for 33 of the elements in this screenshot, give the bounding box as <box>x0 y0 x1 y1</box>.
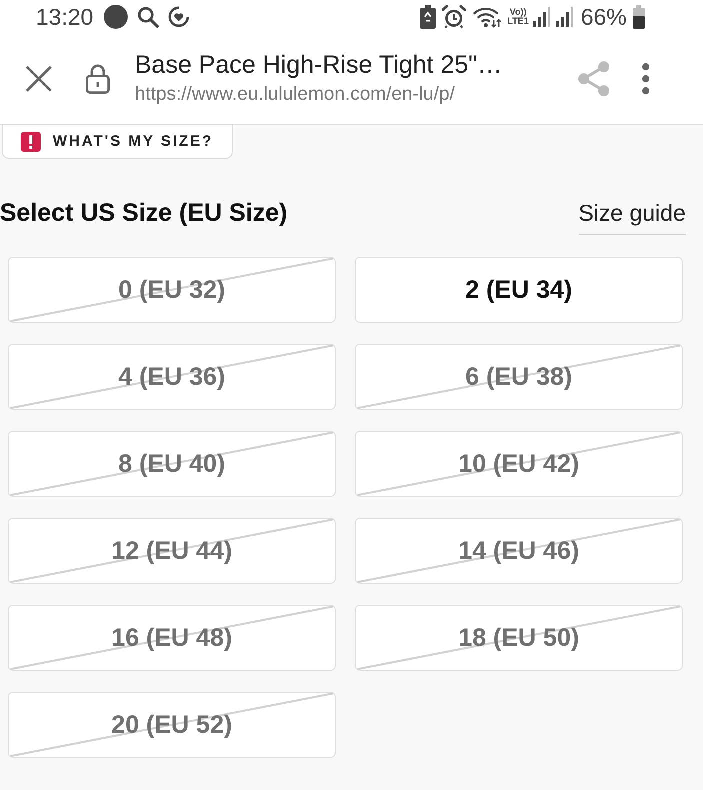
alarm-icon <box>442 5 466 29</box>
more-icon[interactable] <box>642 63 650 95</box>
page-url: https://www.eu.lululemon.com/en-lu/p/ <box>135 84 456 106</box>
size-option[interactable]: 4 (EU 36) <box>8 344 336 410</box>
battery-icon <box>633 5 645 29</box>
size-heading: Select US Size (EU Size) <box>0 198 288 229</box>
size-option[interactable]: 18 (EU 50) <box>355 605 683 671</box>
wifi-icon <box>472 6 502 28</box>
size-option[interactable]: 14 (EU 46) <box>355 518 683 584</box>
size-option[interactable]: 16 (EU 48) <box>8 605 336 671</box>
status-time: 13:20 <box>36 4 94 30</box>
size-option[interactable]: 10 (EU 42) <box>355 431 683 497</box>
size-guide-link[interactable]: Size guide <box>578 197 686 235</box>
circle-icon <box>104 5 128 29</box>
network-label: LTE1 <box>508 17 529 26</box>
page-title: Base Pace High-Rise Tight 25"… <box>135 50 504 80</box>
size-option[interactable]: 2 (EU 34) <box>355 257 683 323</box>
size-help-button[interactable]: WHAT'S MY SIZE? <box>2 125 233 159</box>
battery-recycle-icon <box>420 5 436 29</box>
size-option[interactable]: 12 (EU 44) <box>8 518 336 584</box>
size-option[interactable]: 0 (EU 32) <box>8 257 336 323</box>
network-label: Vo)) <box>510 8 527 17</box>
heart-circle-icon <box>168 6 190 28</box>
battery-percent: 66% <box>580 4 627 30</box>
size-option[interactable]: 20 (EU 52) <box>8 692 336 758</box>
search-icon <box>136 6 159 28</box>
signal-icon <box>532 7 550 27</box>
signal-icon <box>556 7 573 27</box>
size-option[interactable]: 8 (EU 40) <box>8 431 336 497</box>
size-option[interactable]: 6 (EU 38) <box>355 344 683 410</box>
close-icon[interactable] <box>26 66 52 92</box>
lock-icon <box>86 64 110 94</box>
alert-icon <box>21 132 41 152</box>
